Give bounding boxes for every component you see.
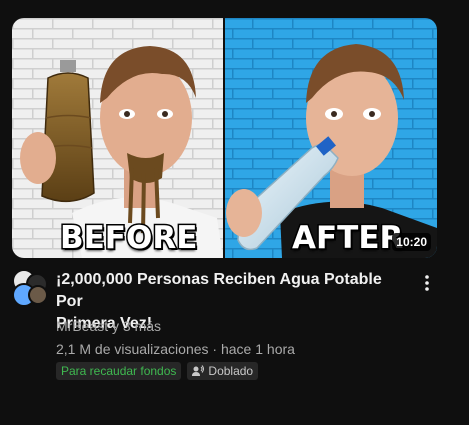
video-stats: 2,1 M de visualizaciones · hace 1 hora	[56, 339, 295, 359]
video-title-line1[interactable]: ¡2,000,000 Personas Reciben Agua Potable…	[56, 271, 382, 310]
more-actions-button[interactable]	[417, 271, 437, 295]
video-meta: ¡2,000,000 Personas Reciben Agua Potable…	[12, 269, 437, 389]
thumbnail-label-before: BEFORE	[58, 219, 198, 258]
stats-separator: ·	[212, 341, 218, 357]
dubbed-badge: Doblado	[187, 362, 259, 380]
upload-time: hace 1 hora	[220, 341, 295, 357]
video-thumbnail[interactable]: BEFORE AFTER 10:20	[12, 18, 437, 258]
channel-avatars[interactable]	[12, 269, 48, 307]
vertical-ellipsis-icon	[425, 275, 429, 291]
dubbed-audio-icon	[192, 365, 205, 376]
view-count: 2,1 M de visualizaciones	[56, 341, 209, 357]
channel-name[interactable]: MrBeast y 3 más	[56, 316, 161, 336]
thumbnail-label-after: AFTER	[290, 219, 404, 258]
fundraiser-badge: Para recaudar fondos	[56, 362, 182, 380]
badge-row: Para recaudar fondos Doblado	[56, 362, 259, 380]
video-card[interactable]: BEFORE AFTER 10:20 ¡2,000,000 Personas R…	[12, 18, 437, 380]
dubbed-badge-label: Doblado	[208, 364, 254, 378]
channel-avatar-4[interactable]	[28, 285, 48, 305]
duration-badge: 10:20	[392, 233, 431, 251]
